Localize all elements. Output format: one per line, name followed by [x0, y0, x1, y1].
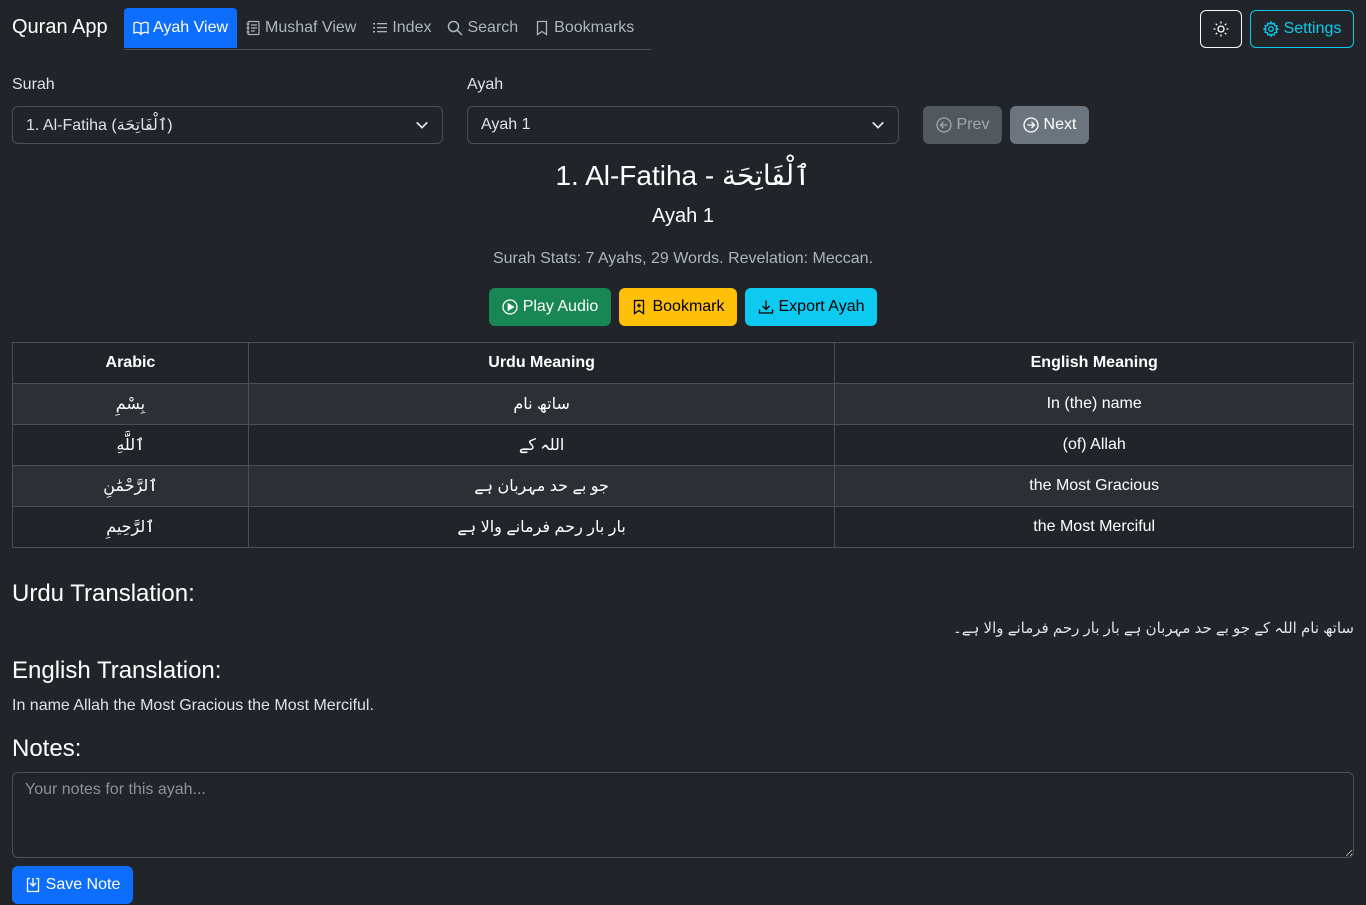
play-audio-button[interactable]: Play Audio	[489, 288, 611, 326]
english-translation-text: In name Allah the Most Gracious the Most…	[12, 697, 374, 714]
table-row: ٱلرَّحِيمِ بار بار رحم فرمانے والا ہے th…	[12, 506, 1354, 548]
bookmark-button[interactable]: Bookmark	[619, 288, 737, 326]
prev-label: Prev	[956, 116, 990, 133]
search-icon	[448, 20, 463, 36]
urdu-translation-text: ساتھ نام اللہ کے جو بے حد مہربان ہے بار …	[953, 620, 1354, 637]
tab-label: Index	[392, 19, 432, 36]
urdu-meaning: جو بے حد مہربان ہے	[247, 465, 836, 507]
sun-icon	[1213, 21, 1229, 37]
english-translation-heading: English Translation:	[12, 657, 222, 684]
journal-icon	[246, 20, 260, 36]
arabic-word: ٱللَّهِ	[12, 424, 249, 466]
download-icon	[758, 300, 773, 314]
column-header-english: English Meaning	[834, 342, 1354, 384]
export-ayah-button[interactable]: Export Ayah	[745, 288, 877, 326]
notes-textarea[interactable]	[12, 772, 1354, 858]
table-row: ٱللَّهِ اللہ کے (of) Allah	[12, 424, 1354, 466]
save-note-button[interactable]: Save Note	[12, 866, 133, 904]
app-brand[interactable]: Quran App	[12, 16, 108, 39]
book-icon	[133, 21, 149, 36]
tab-search[interactable]: Search	[439, 8, 526, 48]
urdu-meaning: ساتھ نام	[247, 383, 836, 425]
table-row: بِسْمِ ساتھ نام In (the) name	[12, 383, 1354, 425]
arabic-word: ٱلرَّحْمَٰنِ	[12, 465, 249, 507]
bookmark-label: Bookmark	[652, 298, 725, 315]
chevron-down-icon	[872, 121, 884, 129]
english-meaning: the Most Gracious	[834, 465, 1354, 507]
tab-label: Mushaf View	[265, 19, 357, 36]
surah-stats: Surah Stats: 7 Ayahs, 29 Words. Revelati…	[492, 250, 874, 267]
tab-mushaf-view[interactable]: Mushaf View	[237, 8, 364, 48]
surah-title: 1. Al-Fatiha - ٱلْفَاتِحَة	[555, 160, 811, 191]
export-label: Export Ayah	[778, 298, 865, 315]
bookmark-icon	[537, 20, 548, 36]
surah-select-value: 1. Al-Fatiha (ٱلْفَاتِحَة)	[26, 117, 173, 134]
chevron-down-icon	[416, 121, 428, 129]
prev-button[interactable]: Prev	[923, 106, 1002, 144]
tab-label: Bookmarks	[554, 19, 635, 36]
urdu-translation-heading: Urdu Translation:	[12, 580, 195, 607]
settings-label: Settings	[1283, 20, 1342, 37]
word-by-word-table: Arabic Urdu Meaning English Meaning بِسْ…	[12, 342, 1354, 548]
arrow-right-circle-icon	[1022, 117, 1039, 133]
notes-heading: Notes:	[12, 735, 82, 762]
urdu-meaning: اللہ کے	[247, 424, 836, 466]
save-icon	[26, 877, 39, 893]
play-audio-label: Play Audio	[522, 298, 599, 315]
main-nav-tabs: Ayah View Mushaf View Index Search Bookm…	[124, 8, 651, 50]
surah-label: Surah	[12, 76, 55, 93]
english-meaning: In (the) name	[834, 383, 1354, 425]
settings-button[interactable]: Settings	[1250, 10, 1354, 48]
ayah-select-value: Ayah 1	[481, 116, 531, 133]
tab-index[interactable]: Index	[364, 8, 439, 48]
table-row: ٱلرَّحْمَٰنِ جو بے حد مہربان ہے the Most…	[12, 465, 1354, 507]
theme-toggle-button[interactable]	[1200, 10, 1242, 48]
play-circle-icon	[502, 299, 518, 315]
ayah-title: Ayah 1	[652, 205, 714, 227]
column-header-arabic: Arabic	[12, 342, 249, 384]
tab-label: Ayah View	[153, 19, 229, 36]
gear-icon	[1262, 21, 1279, 37]
arabic-word: ٱلرَّحِيمِ	[12, 506, 249, 548]
list-icon	[373, 23, 388, 33]
english-meaning: the Most Merciful	[834, 506, 1354, 548]
ayah-label: Ayah	[467, 76, 504, 93]
next-button[interactable]: Next	[1010, 106, 1089, 144]
save-note-label: Save Note	[45, 876, 121, 893]
table-header-row: Arabic Urdu Meaning English Meaning	[12, 342, 1354, 384]
ayah-select[interactable]: Ayah 1	[467, 106, 899, 144]
tab-label: Search	[467, 19, 519, 36]
urdu-meaning: بار بار رحم فرمانے والا ہے	[247, 506, 836, 548]
surah-select[interactable]: 1. Al-Fatiha (ٱلْفَاتِحَة)	[12, 106, 443, 144]
column-header-urdu: Urdu Meaning	[247, 342, 836, 384]
english-meaning: (of) Allah	[834, 424, 1354, 466]
next-label: Next	[1043, 116, 1077, 133]
arrow-left-circle-icon	[935, 117, 952, 133]
tab-ayah-view[interactable]: Ayah View	[124, 8, 238, 48]
arabic-word: بِسْمِ	[12, 383, 249, 425]
tab-bookmarks[interactable]: Bookmarks	[526, 8, 642, 48]
bookmark-plus-icon	[634, 299, 645, 315]
